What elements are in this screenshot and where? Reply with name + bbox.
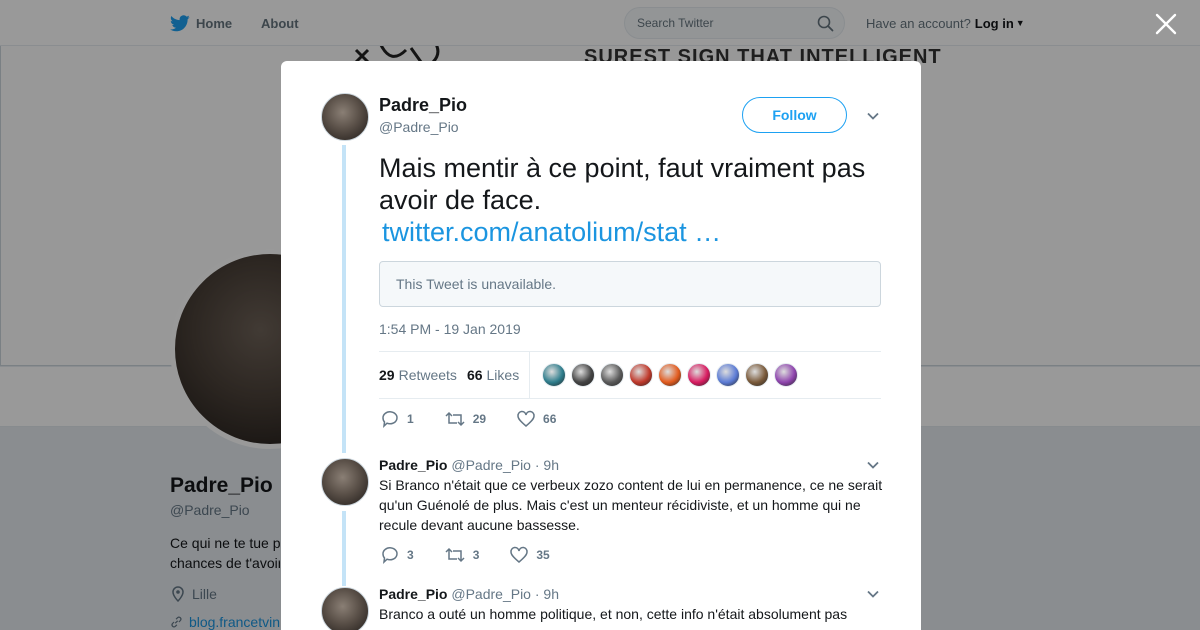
tweet-text-body: Mais mentir à ce point, faut vraiment pa… [379,153,866,215]
author-name[interactable]: Padre_Pio [379,95,467,116]
tweet-timestamp[interactable]: 1:54 PM - 19 Jan 2019 [379,321,521,337]
chevron-down-icon[interactable] [866,458,880,472]
reply-header: Padre_Pio @Padre_Pio · 9h [379,457,559,473]
quote-unavailable-text: This Tweet is unavailable. [396,276,557,292]
like-button[interactable]: 35 [510,546,550,564]
quoted-tweet-unavailable: This Tweet is unavailable. [379,261,881,307]
follow-button[interactable]: Follow [742,97,847,133]
reply-author-handle[interactable]: @Padre_Pio [451,457,531,473]
retweet-button[interactable]: 3 [445,546,480,564]
reply-author-handle[interactable]: @Padre_Pio [451,586,531,602]
retweet-icon [445,547,465,563]
reply-icon [382,411,398,428]
liker-avatar[interactable] [571,363,596,387]
chevron-down-icon[interactable] [866,587,880,601]
like-button[interactable]: 66 [517,410,556,428]
liker-avatar[interactable] [600,363,625,387]
close-icon[interactable] [1154,12,1178,36]
liker-avatar[interactable] [774,363,799,387]
reply-author-name[interactable]: Padre_Pio [379,586,447,602]
likers-list [542,363,799,387]
like-count: 35 [536,548,550,562]
reply-author-name[interactable]: Padre_Pio [379,457,447,473]
reply-time[interactable]: · 9h [535,457,559,473]
author-avatar[interactable] [321,93,369,141]
reply-text: Branco a outé un homme politique, et non… [379,606,848,622]
heart-icon [510,546,529,563]
liker-avatar[interactable] [716,363,741,387]
retweet-icon [445,411,465,427]
thread-line [342,145,346,453]
reply-count: 1 [407,412,414,426]
reply-button[interactable]: 3 [381,546,414,564]
reply-avatar[interactable] [321,458,369,506]
reply-avatar[interactable] [321,587,369,630]
liker-avatar[interactable] [542,363,567,387]
likes-label[interactable]: Likes [487,367,520,383]
retweet-count: 3 [472,548,480,562]
chevron-down-icon[interactable] [866,109,880,123]
heart-icon [517,410,535,427]
retweets-label[interactable]: Retweets [399,367,457,383]
liker-avatar[interactable] [629,363,654,387]
author-handle[interactable]: @Padre_Pio [379,119,459,135]
thread-line [342,511,346,586]
tweet-actions: 1 29 66 [381,410,587,428]
retweets-count[interactable]: 29 [379,367,395,383]
like-count: 66 [543,412,557,426]
tweet-link[interactable]: twitter.com/anatolium/stat … [379,217,721,247]
reply-time[interactable]: · 9h [535,586,559,602]
reply-text: Si Branco n'était que ce verbeux zozo co… [379,477,883,533]
tweet-stats: 29 Retweets 66 Likes [379,351,881,399]
reply-header: Padre_Pio @Padre_Pio · 9h [379,586,559,602]
liker-avatar[interactable] [658,363,683,387]
tweet-modal: Padre_Pio @Padre_Pio Follow Mais mentir … [281,61,921,630]
likes-count[interactable]: 66 [467,367,483,383]
reply-button[interactable]: 1 [381,410,414,428]
stats-divider [529,352,531,398]
retweet-button[interactable]: 29 [445,410,486,428]
reply-count: 3 [407,548,414,562]
retweet-count: 29 [472,412,487,426]
liker-avatar[interactable] [745,363,770,387]
reply-icon [382,547,398,564]
liker-avatar[interactable] [687,363,712,387]
reply-actions: 3 3 35 [381,546,581,564]
tweet-text: Mais mentir à ce point, faut vraiment pa… [379,152,889,248]
